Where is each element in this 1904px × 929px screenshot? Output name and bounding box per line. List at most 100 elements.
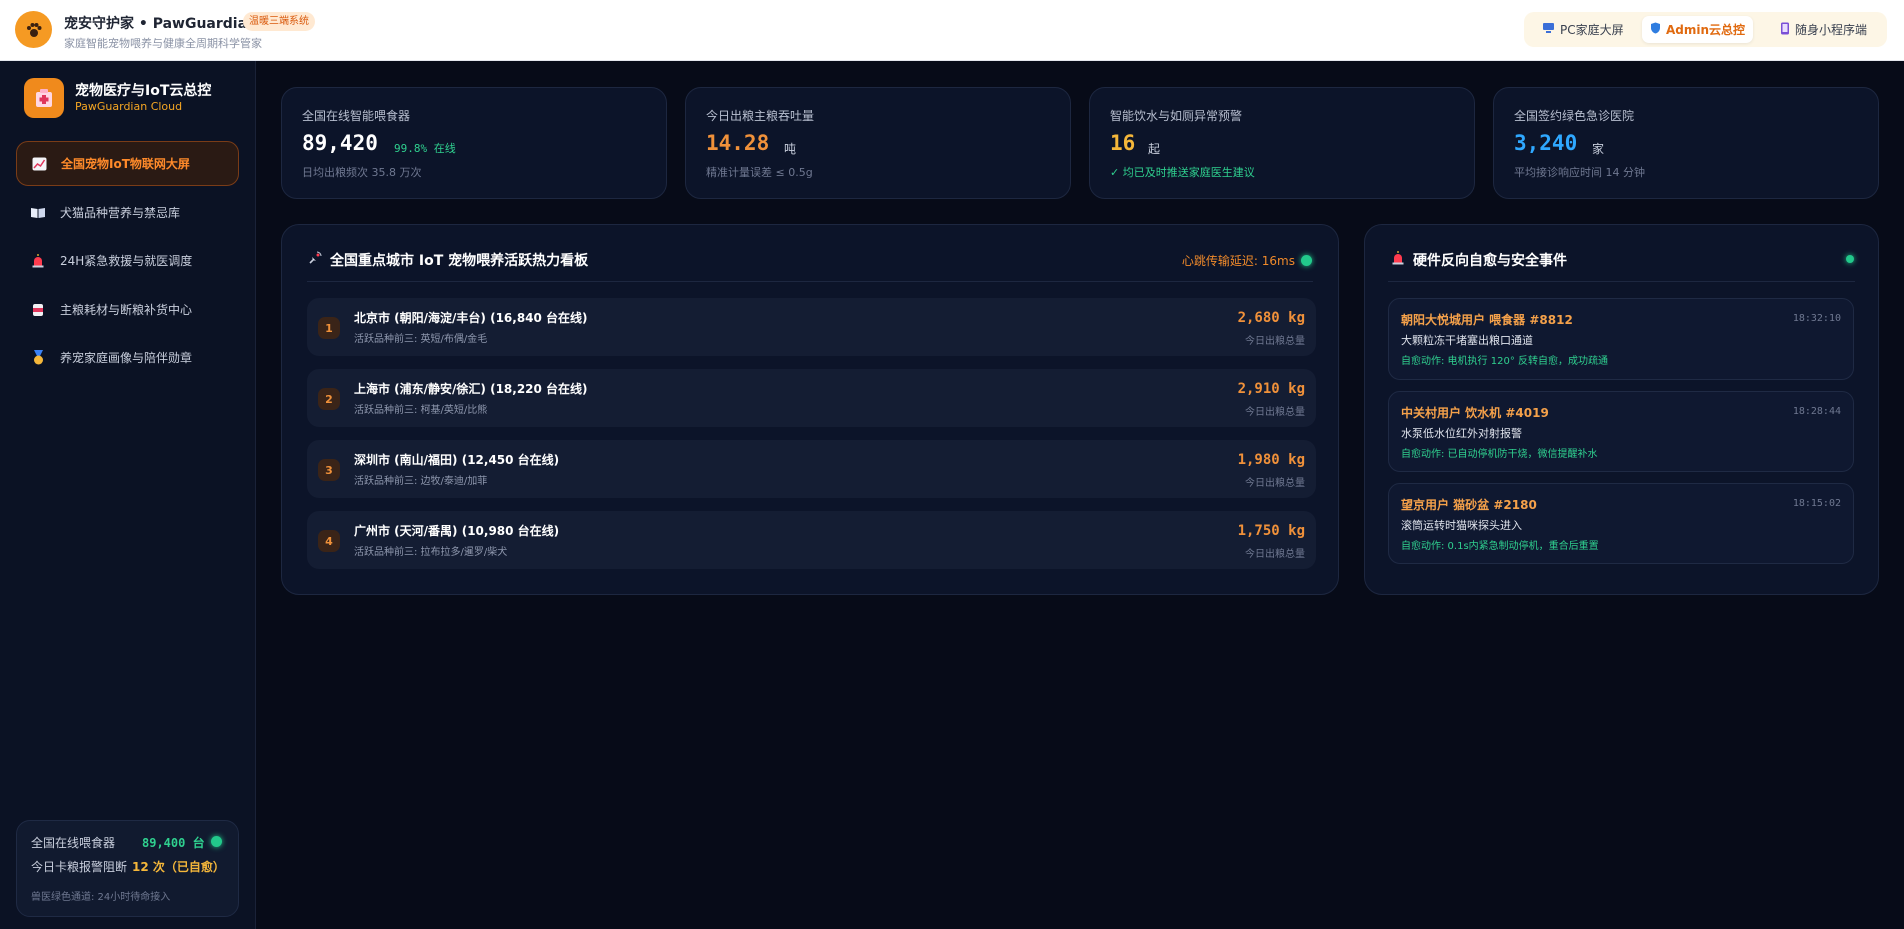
tab-label: PC家庭大屏 — [1560, 23, 1624, 37]
rank-badge: 1 — [318, 317, 340, 339]
sidebar-item-nutrition-library[interactable]: 犬猫品种营养与禁忌库 — [16, 190, 239, 235]
stat-label: 全国签约绿色急诊医院 — [1514, 109, 1635, 123]
latency-indicator: 心跳传输延迟: 16ms — [1182, 252, 1312, 269]
latency-text: 心跳传输延迟: 16ms — [1181, 254, 1295, 268]
monitor-icon — [1542, 22, 1555, 37]
feeders-value: 89,400 台 — [142, 836, 205, 850]
medal-icon — [30, 350, 46, 366]
sidebar: 宠物医疗与IoT云总控 PawGuardian Cloud 全国宠物IoT物联网… — [0, 61, 256, 929]
stat-card-anomaly-alerts: 智能饮水与如厕异常预警 16 起 ✓ 均已及时推送家庭医生建议 — [1089, 87, 1475, 199]
panel-title: 全国重点城市 IoT 宠物喂养活跃热力看板 — [330, 253, 589, 269]
city-breeds: 活跃品种前三: 柯基/英短/比熊 — [354, 405, 488, 416]
stat-value: 3,240 — [1514, 131, 1578, 155]
stat-unit: 99.8% 在线 — [394, 142, 456, 155]
phone-icon — [1780, 22, 1790, 38]
self-heal-events-panel: 硬件反向自愈与安全事件 朝阳大悦城用户 喂食器 #8812 18:32:10 大… — [1364, 224, 1879, 595]
chart-icon — [31, 156, 47, 172]
stat-unit: 家 — [1592, 142, 1605, 156]
city-name: 广州市 (天河/番禺) (10,980 台在线) — [354, 524, 560, 538]
event-time: 18:15:02 — [1792, 498, 1841, 509]
top-bar: 宠安守护家 • PawGuardian 温暖三端系统 家庭智能宠物喂养与健康全周… — [0, 0, 1904, 61]
event-description: 大颗粒冻干堵塞出粮口通道 — [1401, 334, 1533, 347]
siren-icon — [30, 253, 46, 269]
city-breeds: 活跃品种前三: 拉布拉多/暹罗/柴犬 — [354, 547, 508, 558]
city-row-shanghai[interactable]: 2 上海市 (浦东/静安/徐汇) (18,220 台在线) 活跃品种前三: 柯基… — [307, 369, 1316, 427]
book-icon — [30, 205, 46, 221]
tab-pc-home-screen[interactable]: PC家庭大屏 — [1534, 16, 1632, 43]
live-status-dot — [1846, 255, 1854, 263]
stat-label: 全国在线智能喂食器 — [302, 109, 411, 123]
stat-footnote: 平均接诊响应时间 14 分钟 — [1514, 166, 1645, 179]
tab-mini-program[interactable]: 随身小程序端 — [1772, 16, 1875, 43]
event-title: 中关村用户 饮水机 #4019 — [1401, 406, 1549, 420]
stat-footnote: 精准计量误差 ≤ 0.5g — [706, 166, 813, 179]
event-action: 自愈动作: 电机执行 120° 反转自愈，成功疏通 — [1401, 356, 1608, 367]
event-time: 18:28:44 — [1792, 406, 1841, 417]
event-item[interactable]: 望京用户 猫砂盆 #2180 18:15:02 滚筒运转时猫咪探头进入 自愈动作… — [1388, 483, 1854, 564]
latency-status-dot — [1301, 255, 1312, 266]
divider — [307, 281, 1313, 282]
city-row-shenzhen[interactable]: 3 深圳市 (南山/福田) (12,450 台在线) 活跃品种前三: 边牧/泰迪… — [307, 440, 1316, 498]
stat-footnote: 日均出粮频次 35.8 万次 — [302, 166, 422, 179]
jam-value: 12 次（已自愈） — [132, 860, 225, 874]
tab-label: 随身小程序端 — [1795, 23, 1868, 37]
brand-title: 宠物医疗与IoT云总控 — [75, 83, 212, 99]
sidebar-item-label: 全国宠物IoT物联网大屏 — [61, 157, 190, 171]
event-title: 朝阳大悦城用户 喂食器 #8812 — [1401, 313, 1573, 327]
city-row-guangzhou[interactable]: 4 广州市 (天河/番禺) (10,980 台在线) 活跃品种前三: 拉布拉多/… — [307, 511, 1316, 569]
system-badge: 温暖三端系统 — [243, 12, 315, 31]
rank-badge: 3 — [318, 459, 340, 481]
sidebar-item-emergency-dispatch[interactable]: 24H紧急救援与就医调度 — [16, 238, 239, 283]
event-action: 自愈动作: 0.1s内紧急制动停机，重合后重置 — [1401, 541, 1599, 552]
feeders-label: 全国在线喂食器 — [31, 836, 116, 850]
client-switcher: PC家庭大屏 Admin云总控 随身小程序端 — [1524, 12, 1887, 47]
brand-subtitle: PawGuardian Cloud — [75, 100, 183, 113]
tab-admin-cloud[interactable]: Admin云总控 — [1642, 16, 1754, 43]
city-amount-note: 今日出粮总量 — [1245, 549, 1305, 560]
satellite-icon — [308, 251, 322, 269]
event-action: 自愈动作: 已自动停机防干烧，微信提醒补水 — [1401, 449, 1598, 460]
event-title: 望京用户 猫砂盆 #2180 — [1401, 498, 1537, 512]
sidebar-item-iot-dashboard[interactable]: 全国宠物IoT物联网大屏 — [16, 141, 239, 186]
divider — [1388, 281, 1855, 282]
city-name: 北京市 (朝阳/海淀/丰台) (16,840 台在线) — [354, 311, 588, 325]
event-description: 滚筒运转时猫咪探头进入 — [1401, 519, 1522, 532]
stat-card-emergency-hospitals: 全国签约绿色急诊医院 3,240 家 平均接诊响应时间 14 分钟 — [1493, 87, 1879, 199]
city-row-beijing[interactable]: 1 北京市 (朝阳/海淀/丰台) (16,840 台在线) 活跃品种前三: 英短… — [307, 298, 1316, 356]
event-time: 18:32:10 — [1792, 313, 1841, 324]
city-name: 上海市 (浦东/静安/徐汇) (18,220 台在线) — [354, 382, 588, 396]
app-subtitle: 家庭智能宠物喂养与健康全周期科学管家 — [64, 37, 262, 50]
panel-title: 硬件反向自愈与安全事件 — [1413, 253, 1567, 269]
hospital-icon — [24, 78, 64, 118]
sidebar-item-restock-center[interactable]: 主粮耗材与断粮补货中心 — [16, 287, 239, 332]
panel-header: 全国重点城市 IoT 宠物喂养活跃热力看板 — [308, 250, 588, 270]
stat-card-online-feeders: 全国在线智能喂食器 89,420 99.8% 在线 日均出粮频次 35.8 万次 — [281, 87, 667, 199]
jam-label: 今日卡粮报警阻断 — [31, 860, 128, 874]
city-amount-note: 今日出粮总量 — [1245, 336, 1305, 347]
stat-value: 89,420 — [302, 131, 378, 155]
stat-label: 今日出粮主粮吞吐量 — [706, 109, 815, 123]
sidebar-item-label: 24H紧急救援与就医调度 — [60, 254, 193, 268]
sidebar-item-label: 主粮耗材与断粮补货中心 — [60, 303, 193, 317]
stat-value: 14.28 — [706, 131, 770, 155]
city-breeds: 活跃品种前三: 英短/布偶/金毛 — [354, 334, 488, 345]
city-amount-note: 今日出粮总量 — [1245, 478, 1305, 489]
event-item[interactable]: 中关村用户 饮水机 #4019 18:28:44 水泵低水位红外对射报警 自愈动… — [1388, 391, 1854, 472]
online-status-dot — [211, 836, 222, 847]
stat-unit: 吨 — [784, 142, 797, 156]
event-item[interactable]: 朝阳大悦城用户 喂食器 #8812 18:32:10 大颗粒冻干堵塞出粮口通道 … — [1388, 298, 1854, 380]
event-description: 水泵低水位红外对射报警 — [1401, 427, 1522, 440]
city-heatmap-panel: 全国重点城市 IoT 宠物喂养活跃热力看板 心跳传输延迟: 16ms 1 北京市… — [281, 224, 1339, 595]
city-name: 深圳市 (南山/福田) (12,450 台在线) — [354, 453, 560, 467]
city-amount: 2,680 kg — [1237, 310, 1305, 326]
city-breeds: 活跃品种前三: 边牧/泰迪/加菲 — [354, 476, 488, 487]
sidebar-item-label: 养宠家庭画像与陪伴勋章 — [60, 351, 193, 365]
sidebar-item-label: 犬猫品种营养与禁忌库 — [60, 206, 181, 220]
tab-label: Admin云总控 — [1666, 23, 1746, 37]
panel-header: 硬件反向自愈与安全事件 — [1391, 250, 1567, 270]
sidebar-item-family-profile[interactable]: 养宠家庭画像与陪伴勋章 — [16, 335, 239, 380]
stat-value: 16 — [1110, 131, 1136, 155]
sidebar-status-summary: 全国在线喂食器 89,400 台 今日卡粮报警阻断 12 次（已自愈） 兽医绿色… — [16, 820, 239, 917]
stat-unit: 起 — [1148, 142, 1161, 156]
vet-channel-note: 兽医绿色通道: 24小时待命接入 — [31, 892, 171, 903]
